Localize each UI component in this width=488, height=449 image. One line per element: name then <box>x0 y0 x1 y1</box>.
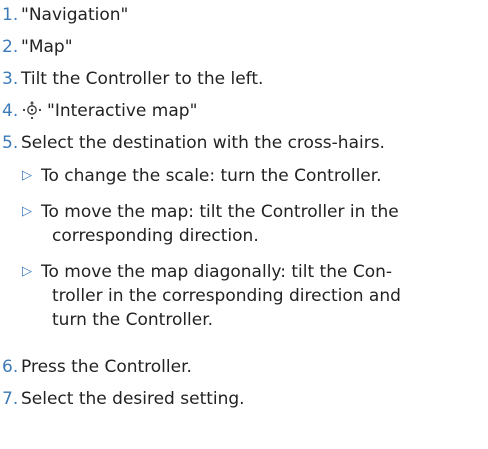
step-number: 5. <box>2 133 19 153</box>
substep-text: troller in the corresponding direction a… <box>52 286 401 306</box>
bullet-arrow-icon: ▷ <box>22 204 32 219</box>
step-number: 7. <box>2 389 19 409</box>
substep-text: To move the map diagonally: tilt the Con… <box>41 262 393 282</box>
substep-text: turn the Controller. <box>52 310 214 330</box>
substep-text: corresponding direction. <box>52 226 259 246</box>
step-text: "Interactive map" <box>47 101 198 121</box>
instruction-list: 1. "Navigation" 2. "Map" 3. Tilt the Con… <box>0 0 488 449</box>
step-text: "Map" <box>21 37 73 57</box>
step-number: 2. <box>2 37 19 57</box>
bullet-arrow-icon: ▷ <box>22 264 32 279</box>
substep-text: To move the map: tilt the Controller in … <box>41 202 399 222</box>
step-text: Select the destination with the cross-ha… <box>21 133 385 153</box>
step-text: Select the desired setting. <box>21 389 245 409</box>
step-text: Tilt the Controller to the left. <box>21 69 264 89</box>
step-number: 6. <box>2 357 19 377</box>
step-number: 1. <box>2 5 19 25</box>
step-text: "Navigation" <box>21 5 129 25</box>
bullet-arrow-icon: ▷ <box>22 168 32 183</box>
step-number: 4. <box>2 101 19 121</box>
controller-move-icon <box>22 101 42 120</box>
substep-text: To change the scale: turn the Controller… <box>41 166 382 186</box>
step-number: 3. <box>2 69 19 89</box>
step-content: "Interactive map" <box>21 99 197 123</box>
step-text: Press the Controller. <box>21 357 192 377</box>
